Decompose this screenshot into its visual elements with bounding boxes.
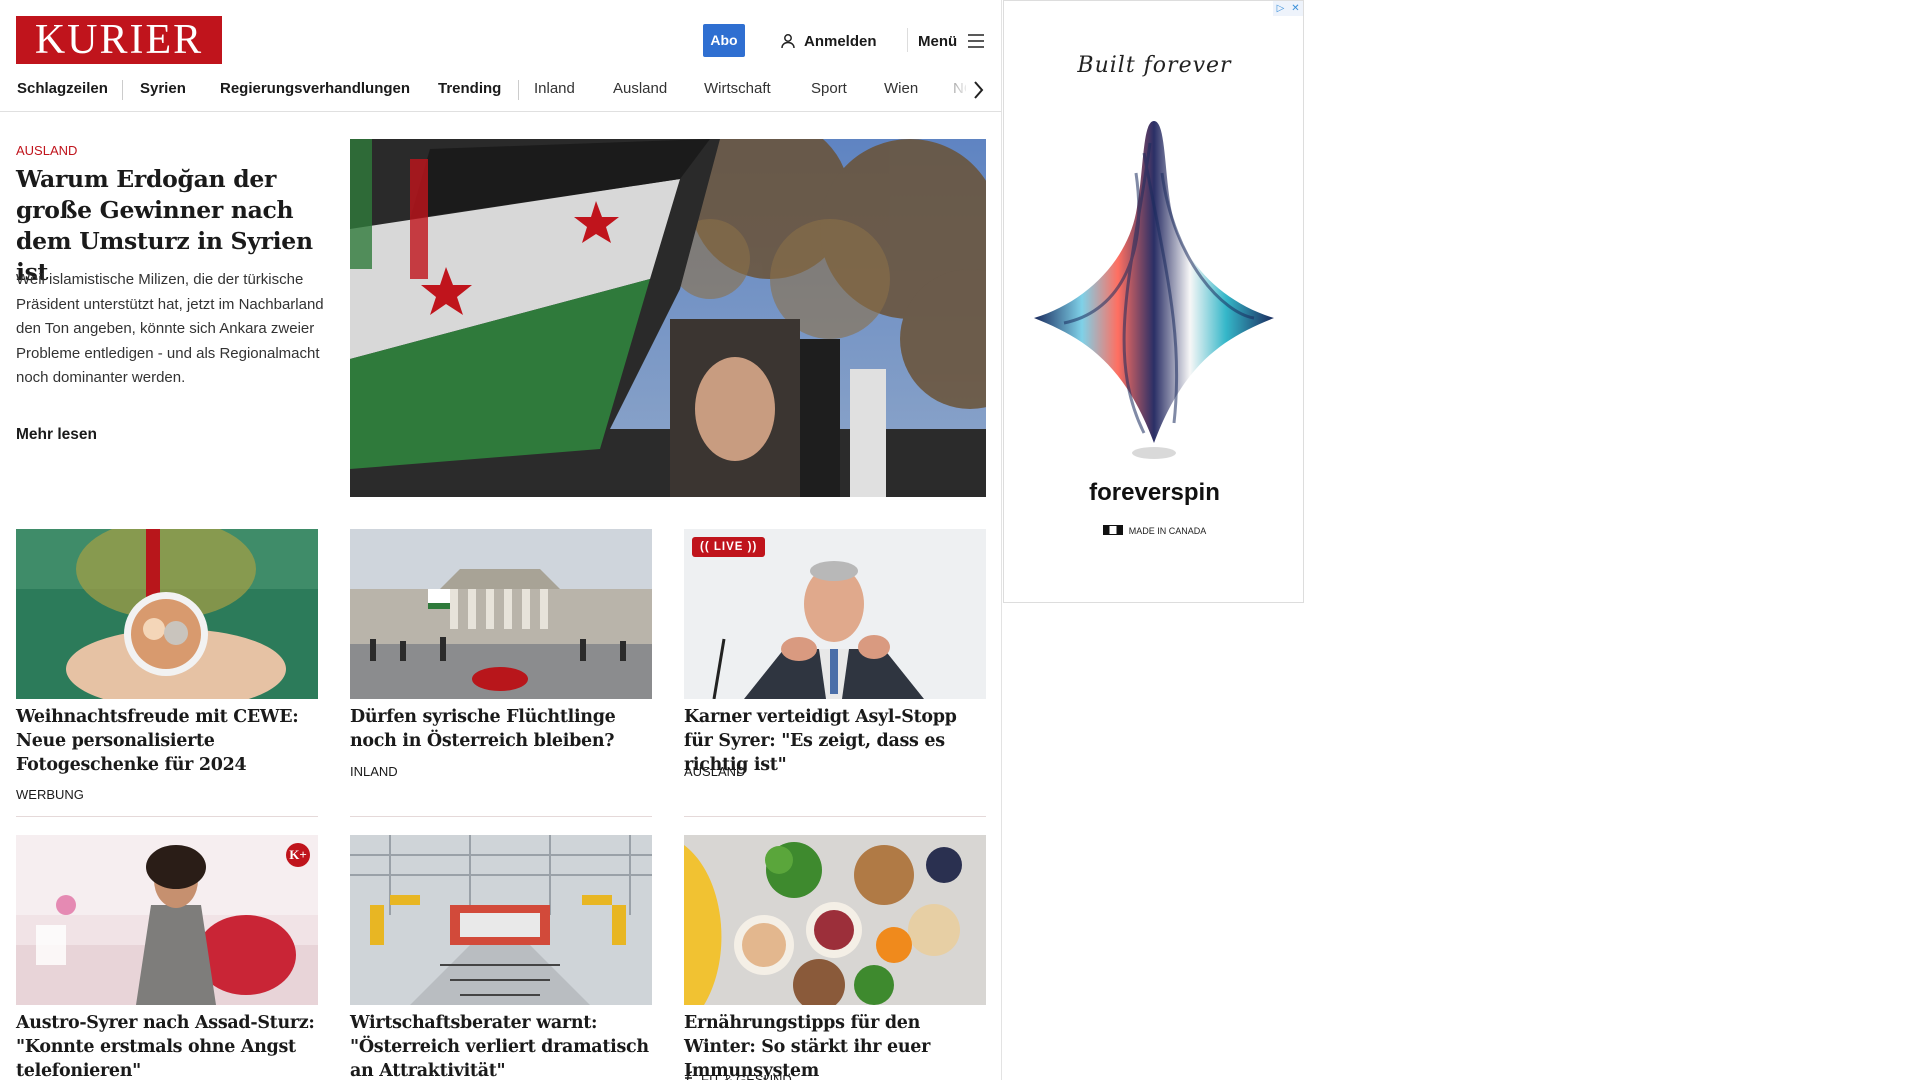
hamburger-icon [968, 34, 985, 48]
site-header: KURIER Abo Anmelden Menü [0, 0, 1002, 72]
canada-flag-icon [1102, 525, 1123, 535]
login-label: Anmelden [804, 32, 877, 50]
row-divider [684, 816, 986, 817]
nav-item-inland[interactable]: Inland [534, 72, 575, 112]
article-category[interactable]: WERBUNG [16, 787, 84, 802]
abo-button[interactable]: Abo [703, 24, 745, 57]
adchoices-icon[interactable]: ▷ [1273, 1, 1288, 16]
article-image[interactable] [684, 835, 986, 1005]
ad-made-label: MADE IN CANADA [1128, 526, 1207, 536]
login-button[interactable]: Anmelden [780, 30, 877, 52]
nav-item-ausland[interactable]: Ausland [613, 72, 667, 112]
row-divider [350, 816, 652, 817]
chevron-right-icon [974, 81, 984, 99]
nav-item-wien[interactable]: Wien [884, 72, 918, 112]
article-category-label: FIT & GESUND [701, 1071, 792, 1080]
parliament-photo-illustration [350, 529, 652, 699]
article-image[interactable] [16, 529, 318, 699]
lead-image[interactable] [350, 139, 986, 497]
article-image[interactable] [350, 835, 652, 1005]
nav-item-schlagzeilen[interactable]: Schlagzeilen [17, 72, 108, 112]
nav-item-syrien[interactable]: Syrien [140, 72, 186, 112]
nav-scroll-right-button[interactable] [966, 78, 990, 102]
user-icon [781, 34, 795, 49]
nav-item-sport[interactable]: Sport [811, 72, 847, 112]
row-divider [16, 816, 318, 817]
nav-divider [122, 80, 123, 100]
article-headline[interactable]: Dürfen syrische Flüchtlinge noch in Öste… [350, 705, 652, 753]
article-headline[interactable]: Wirtschaftsberater warnt: "Öster­reich v… [350, 1011, 652, 1080]
protest-photo-illustration [350, 139, 986, 497]
article-headline[interactable]: Weihnachtsfreude mit CEWE: Neue personal… [16, 705, 318, 777]
studio-portrait-illustration [16, 835, 318, 1005]
close-icon[interactable]: ✕ [1288, 1, 1303, 16]
ad-tagline: Built forever [1077, 53, 1232, 78]
article-category[interactable]: AUSLAND [684, 764, 745, 779]
article-headline[interactable]: Ernährungstipps für den Winter: So stärk… [684, 1011, 986, 1080]
lead-category[interactable]: AUSLAND [16, 143, 77, 158]
section-nav: Schlagzeilen Syrien Regierungsverhandlun… [0, 72, 1002, 112]
article-image[interactable] [350, 529, 652, 699]
header-divider [907, 28, 908, 52]
nav-item-trending[interactable]: Trending [438, 72, 501, 112]
read-more-link[interactable]: Mehr lesen [16, 426, 97, 444]
spinning-top-illustration [1034, 121, 1274, 459]
article-category[interactable]: INLAND [350, 764, 398, 779]
kurier-plus-badge: K+ [286, 843, 310, 867]
healthy-food-illustration [684, 835, 986, 1005]
kurier-logo[interactable]: KURIER [16, 16, 222, 64]
nav-item-wirtschaft[interactable]: Wirtschaft [704, 72, 771, 112]
article-image[interactable]: (( LIVE )) [684, 529, 986, 699]
article-headline[interactable]: Austro-Syrer nach Assad-Sturz: "Konnte e… [16, 1011, 318, 1080]
nav-fade [930, 72, 970, 110]
ad-made-in: MADE IN CANADA [1004, 525, 1303, 536]
news-site: KURIER Abo Anmelden Menü Schlagzeilen Sy… [0, 0, 1002, 1080]
menu-button[interactable]: Menü [918, 30, 985, 52]
factory-robots-illustration [350, 835, 652, 1005]
live-badge: (( LIVE )) [692, 537, 766, 557]
menu-label: Menü [918, 32, 958, 50]
nav-item-regierungsverhandlungen[interactable]: Regierungsverhandlungen [220, 72, 410, 112]
ad-brand: foreverspin [1089, 479, 1220, 506]
nav-divider [518, 80, 519, 100]
article-category[interactable]: FIT & GESUND [684, 1071, 792, 1080]
advertisement[interactable]: ▷ ✕ Built forever foreverspin MADE IN CA… [1003, 0, 1304, 603]
fit-gesund-icon [685, 1071, 693, 1080]
lead-teaser: Weil islamistische Milizen, die der türk… [16, 271, 324, 386]
photo-gift-illustration [16, 529, 318, 699]
article-image[interactable]: K+ [16, 835, 318, 1005]
ad-badge[interactable]: ▷ ✕ [1273, 1, 1303, 16]
